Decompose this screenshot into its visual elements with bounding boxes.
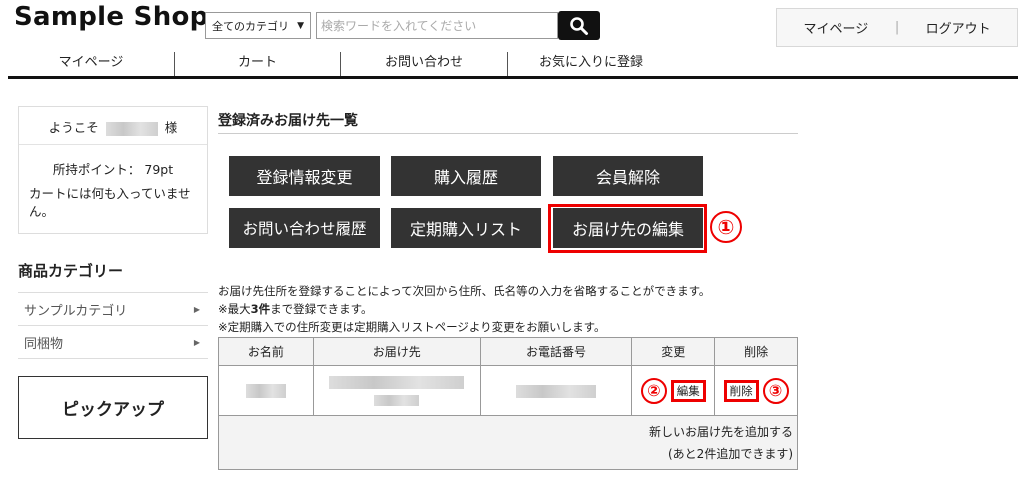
column-header-delete: 削除 [714, 337, 798, 366]
page-title: 登録済みお届け先一覧 [218, 113, 358, 129]
mypage-link[interactable]: マイページ [777, 18, 895, 37]
category-heading: 商品カテゴリー [18, 262, 124, 280]
welcome-suffix: 様 [164, 120, 178, 135]
purchase-history-button[interactable]: 購入履歴 [391, 156, 541, 196]
delete-address-button[interactable]: 削除 [723, 379, 759, 402]
nav-cart[interactable]: カート [175, 52, 341, 76]
note-line-1: お届け先住所を登録することによって次回から住所、氏名等の入力を省略することができ… [218, 284, 711, 298]
edit-address-button[interactable]: 編集 [670, 379, 706, 402]
welcome-divider [19, 144, 207, 145]
blurred-username [105, 121, 158, 136]
blurred-address-line-1 [329, 375, 465, 389]
inquiry-history-button[interactable]: お問い合わせ履歴 [229, 208, 380, 248]
nav-favorite[interactable]: お気に入りに登録 [508, 52, 674, 76]
note-line-2-suffix: まで登録できます。 [270, 302, 373, 316]
table-header-row: お名前 お届け先 お電話番号 変更 削除 [218, 337, 798, 366]
annotation-marker-3: ③ [762, 377, 789, 404]
note-line-2-prefix: ※最大 [218, 302, 251, 316]
dropdown-arrow-icon: ▼ [297, 20, 304, 31]
note-line-2: ※最大3件まで登録できます。 [218, 300, 710, 318]
notes: お届け先住所を登録することによって次回から住所、氏名等の入力を省略することができ… [218, 282, 710, 336]
chevron-right-icon: ▶ [193, 304, 200, 314]
annotation-marker-1: ① [710, 211, 742, 243]
shop-logo[interactable]: Sample Shop [14, 2, 209, 32]
account-links: マイページ | ログアウト [776, 8, 1018, 47]
column-header-name: お名前 [218, 337, 314, 366]
cell-edit: ② 編集 [631, 365, 716, 416]
title-underline [218, 133, 798, 134]
logout-link[interactable]: ログアウト [899, 18, 1017, 37]
blurred-name [245, 383, 286, 398]
points-text: 所持ポイント： 79pt [52, 162, 174, 177]
search-icon [570, 16, 588, 35]
address-table: お名前 お届け先 お電話番号 変更 削除 ② 編集 削除 ③ 新しいお届け先を追… [218, 337, 798, 470]
note-line-2-bold: 3件 [250, 302, 271, 316]
cell-phone [479, 365, 633, 416]
chevron-right-icon: ▶ [193, 337, 200, 347]
edit-account-button[interactable]: 登録情報変更 [229, 156, 380, 196]
table-footer-row: 新しいお届け先を追加する (あと2件追加できます) [218, 415, 798, 470]
category-select[interactable]: 全てのカテゴリ ▼ [205, 12, 311, 39]
column-header-edit: 変更 [631, 337, 716, 366]
note-line-3: ※定期購入での住所変更は定期購入リストページより変更をお願いします。 [218, 320, 606, 334]
blurred-address-line-2 [374, 394, 420, 406]
table-row: ② 編集 削除 ③ [218, 365, 798, 416]
subscription-list-button[interactable]: 定期購入リスト [391, 208, 541, 248]
category-list: サンプルカテゴリ ▶ 同梱物 ▶ [18, 292, 208, 359]
column-header-address: お届け先 [312, 337, 481, 366]
category-label: サンプルカテゴリ [24, 303, 128, 319]
table-footer: 新しいお届け先を追加する (あと2件追加できます) [218, 415, 798, 470]
blurred-phone [516, 384, 597, 398]
nav-mypage[interactable]: マイページ [8, 52, 175, 76]
nav-contact[interactable]: お問い合わせ [341, 52, 508, 76]
add-new-address-link[interactable]: 新しいお届け先を追加する [219, 421, 793, 443]
column-header-phone: お電話番号 [479, 337, 633, 366]
withdraw-membership-button[interactable]: 会員解除 [553, 156, 703, 196]
pickup-banner[interactable]: ピックアップ [18, 376, 208, 439]
cell-name [218, 365, 314, 416]
category-select-value: 全てのカテゴリ [212, 19, 289, 33]
welcome-prefix: ようこそ [48, 120, 99, 135]
category-item-sample[interactable]: サンプルカテゴリ ▶ [18, 293, 208, 326]
cell-address [312, 365, 481, 416]
category-label: 同梱物 [24, 336, 64, 352]
main-nav: マイページ カート お問い合わせ お気に入りに登録 [8, 52, 1018, 79]
category-item-bundle[interactable]: 同梱物 ▶ [18, 326, 208, 359]
welcome-box: ようこそ 様 所持ポイント： 79pt カートには何も入っていません。 [18, 106, 208, 234]
remaining-count-text: (あと2件追加できます) [668, 446, 793, 461]
cart-status-text: カートには何も入っていません。 [29, 186, 191, 219]
annotation-marker-2: ② [640, 377, 667, 404]
search-placeholder: 検索ワードを入れてください [321, 19, 477, 33]
cell-delete: 削除 ③ [714, 365, 798, 416]
search-button[interactable] [558, 11, 600, 40]
highlight-box [548, 204, 707, 253]
welcome-line: ようこそ 様 [19, 117, 207, 136]
search-input[interactable]: 検索ワードを入れてください [316, 12, 558, 39]
